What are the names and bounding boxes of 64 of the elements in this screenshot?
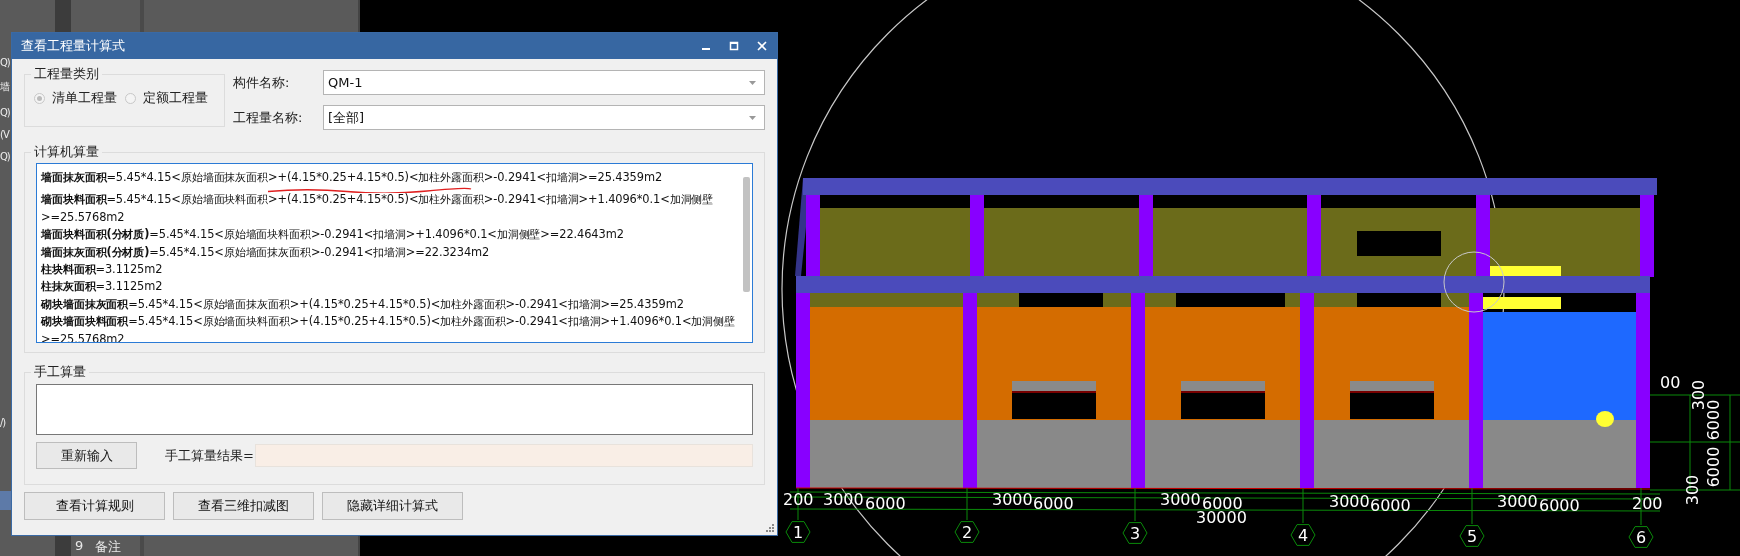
formula-text-area[interactable] [36,163,753,343]
maximize-icon[interactable] [729,41,739,51]
formula-line: 墙面抹灰面积(分材质)=5.45*4.15<原始墙面抹灰面积>-0.2941<扣墙洞>=22.3234m2 [41,243,491,261]
formula-line: 墙面块料面积(分材质)=5.45*4.15<原始墙面块料面积>-0.2941<扣墙洞>+1.4096*0.1<加洞侧壁>=22.4643m2 [41,226,625,244]
axis-marker [954,521,980,543]
axis-label: 1 [792,523,804,542]
field-label: 构件名称: [233,73,291,92]
panel-text-fragment: Q) [0,57,10,69]
dimension-label: 6000 [1033,494,1074,513]
axis-marker [1628,526,1654,548]
axis-marker [1290,524,1316,546]
panel-text-fragment: (V [0,129,9,141]
row-number: 9 [75,538,84,555]
formula-line: 砌块墙面抹灰面积=5.45*4.15<原始墙面抹灰面积>+(4.15*0.25+4.15*0.5)<加柱外露面积>-0.2941<扣墙洞>=25.4359m2 [41,295,685,313]
dimension-label: 00 [1660,373,1681,392]
formula-line: 柱块料面积=3.1125m2 [41,261,164,279]
dimension-label: 3000 [1329,492,1370,511]
resize-grip-icon[interactable] [766,524,774,532]
formula-line: 砌块墙面块料面积=5.45*4.15<原始墙面块料面积>+(4.15*0.25+4.15*0.5)<加柱外露面积>-0.2941<扣墙洞>+1.4096*0.1<加洞侧壁>=25.5768m2 [41,313,737,342]
field-label: 工程量名称: [233,108,304,127]
formula-line: 墙面抹灰面积=5.45*4.15<原始墙面抹灰面积>+(4.15*0.25+4.15*0.5)<加柱外露面积>-0.2941<扣墙洞>=25.4359m2 [41,169,664,186]
dimension-label: 6000 [865,494,906,513]
formula-line: 柱抹灰面积=3.1125m2 [41,278,164,296]
row-label[interactable]: 备注 [95,538,122,556]
caret-icon [749,80,756,85]
formula-line: 墙面块料面积=5.45*4.15<原始墙面块料面积>+(4.15*0.25+4.15*0.5)<加柱外露面积>-0.2941<扣墙洞>+1.4096*0.1<加洞侧壁>=25.5768m2 [41,191,715,226]
dimension-label: 6000 [1370,496,1411,515]
dialog-button[interactable]: 查看三维扣减图 [173,492,314,520]
dimension-label: 200 [783,490,814,509]
axis-label: 2 [961,523,973,542]
dimension-label: 3000 [1497,492,1538,511]
panel-text-fragment: 墙 [0,81,9,93]
panel-text-fragment: Q) [0,107,10,119]
axis-label: 3 [1129,524,1141,543]
axis-marker [785,521,811,543]
group-title: 计算机算量 [33,143,100,161]
dimension-label: 3000 [992,490,1033,509]
group-title: 工程量类别 [33,65,100,83]
pivot-circle [1443,251,1505,313]
dropdown-field[interactable]: QM-1 [323,70,765,95]
caret-icon [749,115,756,120]
result-label: 手工算量结果= [165,446,255,465]
scrollbar-thumb[interactable] [742,177,750,292]
dimension-label: 6000 [1704,446,1723,488]
panel-text-fragment: /) [0,417,6,429]
dimension-label: 200 [1632,494,1663,513]
axis-marker [1459,525,1485,547]
window-title: 查看工程量计算式 [21,37,125,55]
dimension-label: 300 [1683,474,1702,506]
manual-input-field[interactable] [36,384,753,435]
axis-label: 6 [1635,528,1647,547]
axis-label: 4 [1297,526,1309,545]
reenter-button[interactable]: 重新输入 [36,442,137,469]
dropdown-field[interactable]: [全部] [323,105,765,130]
dimension-label: 30000 [1196,508,1247,527]
close-icon[interactable] [757,41,767,51]
panel-text-fragment: Q) [0,151,10,163]
dimension-label: 6000 [1539,496,1580,515]
axis-label: 5 [1466,527,1478,546]
dialog-button[interactable]: 隐藏详细计算式 [322,492,463,520]
dimension-label: 3000 [1160,490,1201,509]
dialog-button[interactable]: 查看计算规则 [24,492,165,520]
axis-marker [1122,522,1148,544]
group-title: 手工算量 [33,363,87,381]
